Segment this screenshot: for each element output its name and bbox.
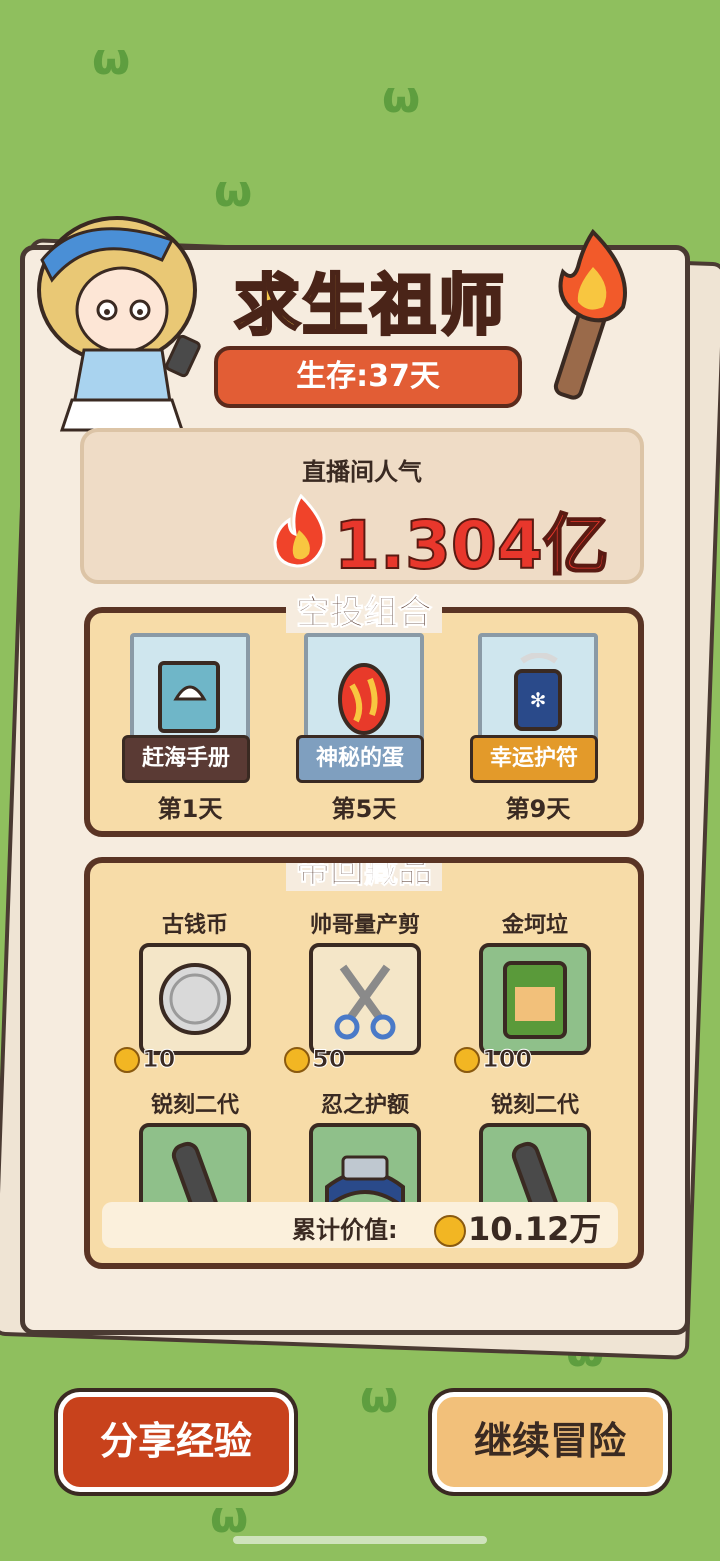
collection-item-name: 锐刻二代 bbox=[150, 1093, 239, 1118]
total-value: 10.12万 bbox=[434, 1204, 601, 1250]
airdrop-item-day: 第5天 bbox=[331, 795, 397, 823]
airdrop-item-name: 赶海手册 bbox=[122, 735, 250, 783]
character-avatar bbox=[37, 216, 201, 456]
coin-icon bbox=[284, 1047, 310, 1073]
coin-icon bbox=[454, 1047, 480, 1073]
airdrop-item[interactable]: ✻ 幸运护符 第9天 bbox=[470, 633, 598, 823]
survival-days-badge: 生存:37天 bbox=[214, 346, 522, 408]
page-title: 求生祖师 bbox=[233, 266, 506, 346]
collection-item-name: 忍之护额 bbox=[320, 1093, 409, 1118]
fertilizer-bag-icon bbox=[503, 961, 567, 1039]
grass-decoration: ѡ bbox=[210, 1492, 249, 1543]
airdrop-title: 空投组合 bbox=[90, 585, 638, 634]
continue-adventure-button[interactable]: 继续冒险 bbox=[432, 1392, 668, 1492]
airdrop-item-name: 幸运护符 bbox=[470, 735, 598, 783]
airdrop-item-day: 第9天 bbox=[505, 795, 571, 823]
coin-icon bbox=[114, 1047, 140, 1073]
collection-item[interactable]: 金坷垃 100 bbox=[454, 907, 610, 1074]
collection-item-price: 50 bbox=[284, 1045, 346, 1074]
grass-decoration: ѡ bbox=[360, 1372, 399, 1423]
grass-decoration: ѡ bbox=[214, 166, 253, 217]
popularity-panel: 直播间人气 1.304亿 bbox=[80, 428, 644, 585]
airdrop-item[interactable]: 赶海手册 第1天 bbox=[122, 633, 250, 823]
coin-icon bbox=[434, 1215, 466, 1247]
home-indicator[interactable] bbox=[233, 1536, 487, 1544]
collection-item-name: 帅哥量产剪 bbox=[309, 913, 420, 938]
grass-decoration: ѡ bbox=[382, 72, 421, 123]
popularity-label: 直播间人气 bbox=[302, 458, 422, 486]
collection-item[interactable]: 帅哥量产剪 50 bbox=[284, 907, 440, 1074]
item-card bbox=[139, 943, 251, 1055]
ancient-coin-icon bbox=[159, 963, 231, 1035]
shell-book-icon bbox=[158, 661, 220, 733]
airdrop-item-day: 第1天 bbox=[157, 795, 223, 823]
torch-icon bbox=[553, 228, 627, 400]
collection-item-name: 锐刻二代 bbox=[490, 1093, 579, 1118]
collection-item[interactable]: 古钱币 10 bbox=[114, 907, 270, 1074]
item-card bbox=[309, 943, 421, 1055]
item-card bbox=[479, 943, 591, 1055]
scissors-icon bbox=[334, 964, 396, 1040]
collection-title: 带回藏品 bbox=[90, 863, 638, 892]
grass-decoration: ѡ bbox=[92, 34, 131, 85]
popularity-value: 1.304亿 bbox=[333, 506, 610, 585]
collection-item-name: 金坷垃 bbox=[501, 913, 568, 938]
collection-item-price: 10 bbox=[114, 1045, 176, 1074]
fire-icon bbox=[273, 494, 326, 568]
airdrop-panel: 空投组合 赶海手册 第1天 神秘的蛋 第5天 ✻ 幸运护符 第9天 bbox=[84, 593, 644, 837]
share-experience-button[interactable]: 分享经验 bbox=[58, 1392, 294, 1492]
airdrop-item-name: 神秘的蛋 bbox=[296, 735, 424, 783]
collection-item-name: 古钱币 bbox=[161, 913, 228, 938]
mystery-egg-icon bbox=[338, 663, 390, 735]
total-value-bar: 累计价值: 10.12万 bbox=[102, 1202, 618, 1248]
total-value-label: 累计价值: bbox=[292, 1216, 398, 1244]
svg-text:✻: ✻ bbox=[530, 688, 547, 712]
lucky-charm-icon: ✻ bbox=[514, 653, 562, 731]
collection-item-price: 100 bbox=[454, 1045, 533, 1074]
airdrop-item[interactable]: 神秘的蛋 第5天 bbox=[296, 633, 424, 823]
